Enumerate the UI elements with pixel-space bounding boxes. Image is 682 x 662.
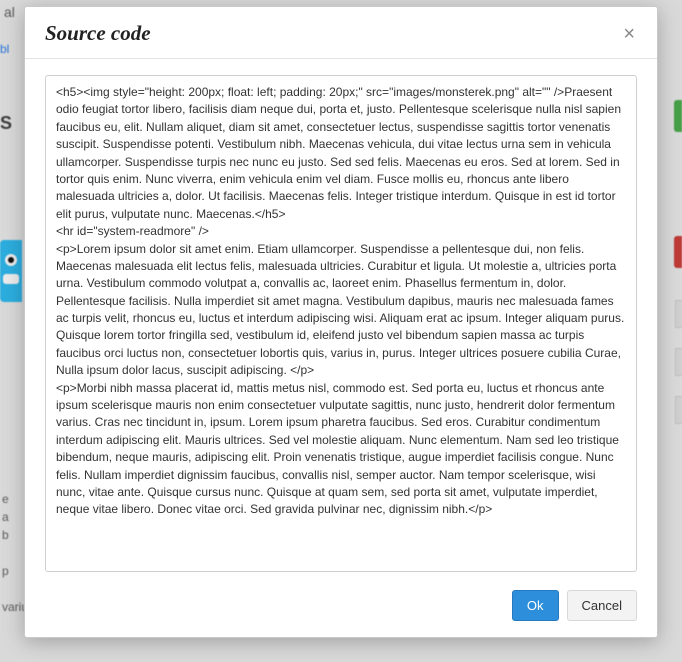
modal-footer: Ok Cancel xyxy=(25,578,657,637)
modal-body xyxy=(25,59,657,578)
cancel-button[interactable]: Cancel xyxy=(567,590,637,621)
source-code-textarea[interactable] xyxy=(45,75,637,572)
ok-button[interactable]: Ok xyxy=(512,590,559,621)
source-code-modal: Source code × Ok Cancel xyxy=(24,6,658,638)
close-icon[interactable]: × xyxy=(621,24,637,44)
modal-header: Source code × xyxy=(25,7,657,59)
modal-title: Source code xyxy=(45,21,151,46)
